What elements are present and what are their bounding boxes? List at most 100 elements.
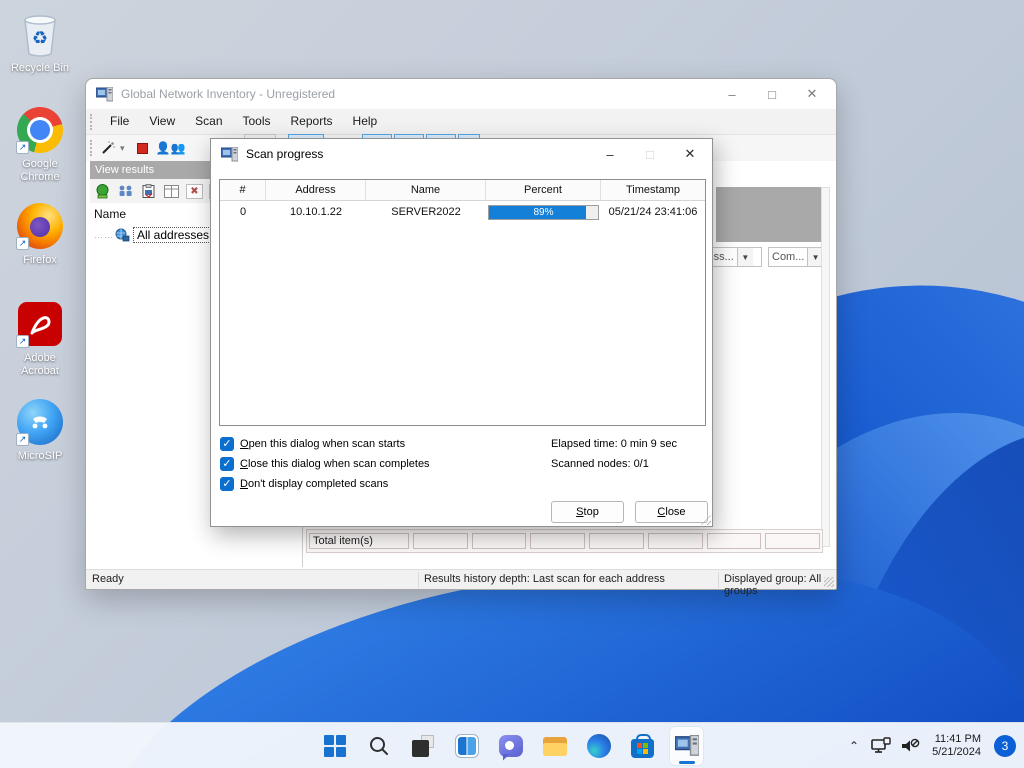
scan-network-icon[interactable] (94, 183, 111, 199)
system-tray: ⌃ 11:41 PM 5/21/2024 3 (845, 723, 1016, 768)
desktop-icon-label: Adobe Acrobat (21, 352, 59, 377)
desktop-icon-firefox[interactable]: ↗ Firefox (4, 200, 76, 267)
shortcut-arrow-icon: ↗ (16, 237, 29, 250)
totals-cell (530, 533, 586, 549)
task-view-button[interactable] (450, 727, 483, 765)
cell-address: 10.10.1.22 (290, 206, 342, 218)
file-explorer-button[interactable] (538, 727, 571, 765)
desktop-icon-adobe-acrobat[interactable]: ↗ Adobe Acrobat (4, 298, 76, 378)
checkbox-hide-completed[interactable]: ✓ Don't display completed scans (220, 476, 388, 492)
scan-table-header: # Address Name Percent Timestamp (220, 180, 705, 201)
desktops-app-button[interactable] (406, 727, 439, 765)
menu-scan[interactable]: Scan (185, 109, 232, 134)
user-icon[interactable]: 👤 (156, 141, 171, 155)
grid-view-icon[interactable] (163, 184, 180, 199)
dialog-close-button[interactable]: ✕ (670, 141, 710, 167)
stop-scan-icon[interactable] (136, 142, 148, 154)
menu-tools[interactable]: Tools (233, 109, 281, 134)
search-button[interactable] (362, 727, 395, 765)
scanned-nodes-text: Scanned nodes: 0/1 (551, 458, 649, 470)
minimize-button[interactable]: – (712, 81, 752, 107)
desktop: ♻ Recycle Bin ↗ Google Chrome ↗ Firefox (0, 0, 1024, 768)
chat-icon (498, 735, 523, 757)
cell-index: 0 (239, 206, 247, 218)
chevron-down-icon[interactable]: ▼ (736, 248, 753, 266)
desktops-icon (411, 735, 434, 757)
toolbar-grip (90, 113, 94, 130)
edge-button[interactable] (582, 727, 615, 765)
checkbox-label: Close this dialog when scan completes (240, 458, 430, 470)
menu-view[interactable]: View (139, 109, 185, 134)
column-header-address[interactable]: Address (266, 180, 366, 200)
firefox-icon: ↗ (14, 200, 66, 252)
status-history-depth: Results history depth: Last scan for eac… (424, 573, 665, 585)
network-icon[interactable] (870, 736, 892, 756)
cell-percent: 89% (486, 204, 601, 220)
totals-cell (647, 533, 703, 549)
scan-table-row[interactable]: 0 10.10.1.22 SERVER2022 89% 05/21/24 23:… (220, 201, 705, 223)
checkbox-icon[interactable]: ✓ (220, 437, 234, 451)
tree-item-label[interactable]: All addresses (133, 227, 214, 243)
clipboard-icon[interactable] (140, 183, 157, 199)
close-button[interactable]: ✕ (792, 81, 832, 107)
desktop-icon-google-chrome[interactable]: ↗ Google Chrome (4, 104, 76, 184)
gni-app-button[interactable] (670, 727, 703, 765)
tray-overflow-chevron-icon[interactable]: ⌃ (845, 739, 863, 753)
tree-connector: …… (94, 230, 114, 240)
dialog-title: Scan progress (246, 147, 324, 161)
taskbar-clock[interactable]: 11:41 PM 5/21/2024 (932, 733, 981, 759)
stop-button[interactable]: Stop (551, 501, 624, 523)
elapsed-time-text: Elapsed time: 0 min 9 sec (551, 438, 677, 450)
column-header-name[interactable]: Name (366, 180, 486, 200)
maximize-button[interactable]: □ (752, 81, 792, 107)
resize-grip[interactable] (824, 577, 834, 587)
folder-icon (542, 736, 567, 756)
vertical-scrollbar[interactable] (821, 187, 830, 547)
shortcut-arrow-icon: ↗ (16, 335, 29, 348)
column-header-index[interactable]: # (220, 180, 266, 200)
column-header-percent[interactable]: Percent (486, 180, 601, 200)
clear-results-icon[interactable]: ✖ (186, 183, 203, 199)
menu-reports[interactable]: Reports (281, 109, 343, 134)
main-window-titlebar[interactable]: Global Network Inventory - Unregistered … (86, 79, 836, 109)
taskbar: ⌃ 11:41 PM 5/21/2024 3 (0, 722, 1024, 768)
desktop-icon-label: Google Chrome (20, 158, 60, 183)
users-icon[interactable]: 👥 (170, 141, 185, 155)
shortcut-arrow-icon: ↗ (16, 141, 29, 154)
com-dropdown[interactable]: Com... ▼ (768, 247, 824, 267)
checkbox-close-on-complete[interactable]: ✓ Close this dialog when scan completes (220, 456, 430, 472)
status-separator (718, 572, 719, 588)
totals-cell (471, 533, 527, 549)
svg-text:♻: ♻ (32, 28, 48, 48)
totals-cell (589, 533, 644, 549)
task-view-icon (454, 734, 479, 758)
dialog-titlebar[interactable]: Scan progress – □ ✕ (211, 139, 712, 169)
checkbox-icon[interactable]: ✓ (220, 477, 234, 491)
wizard-wand-icon[interactable] (100, 140, 116, 156)
notification-count-badge[interactable]: 3 (994, 735, 1016, 757)
chat-button[interactable] (494, 727, 527, 765)
status-bar: Ready Results history depth: Last scan f… (86, 569, 836, 597)
preview-placeholder (716, 187, 823, 242)
totals-label: Total item(s) (309, 533, 409, 549)
progress-bar: 89% (488, 204, 599, 220)
cell-timestamp: 05/21/24 23:41:06 (608, 206, 698, 218)
column-header-timestamp[interactable]: Timestamp (601, 180, 705, 200)
app-icon (96, 86, 113, 101)
recycle-bin-icon: ♻ (14, 8, 66, 60)
checkbox-open-on-start[interactable]: ✓ Open this dialog when scan starts (220, 436, 405, 452)
computers-icon[interactable] (117, 184, 134, 199)
store-button[interactable] (626, 727, 659, 765)
dropdown-caret-icon[interactable]: ▾ (120, 143, 125, 154)
menu-file[interactable]: File (100, 109, 139, 134)
desktop-icon-recycle-bin[interactable]: ♻ Recycle Bin (4, 8, 76, 75)
search-icon (369, 737, 388, 755)
volume-muted-icon[interactable] (899, 736, 921, 756)
close-button-dialog[interactable]: Close (635, 501, 708, 523)
desktop-icon-microsip[interactable]: ↗ MicroSIP (4, 396, 76, 463)
dialog-minimize-button[interactable]: – (590, 141, 630, 167)
start-button[interactable] (318, 727, 351, 765)
checkbox-icon[interactable]: ✓ (220, 457, 234, 471)
status-displayed-group: Displayed group: All groups (724, 573, 822, 597)
menu-help[interactable]: Help (343, 109, 388, 134)
